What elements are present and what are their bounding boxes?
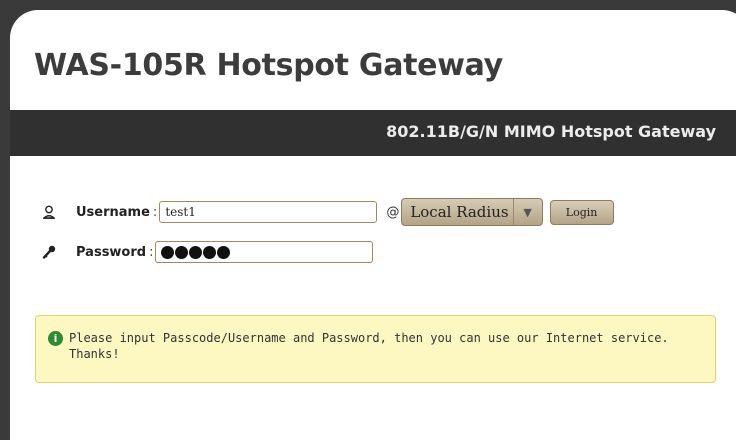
password-row: Password : — [40, 238, 374, 266]
password-label: Password — [76, 244, 147, 260]
chevron-down-icon[interactable]: ▼ — [512, 199, 542, 225]
password-mask-dot — [189, 245, 203, 259]
password-input[interactable] — [155, 241, 374, 263]
banner-subtitle: 802.11B/G/N MIMO Hotspot Gateway — [386, 122, 716, 141]
login-panel: WAS-105R Hotspot Gateway 802.11B/G/N MIM… — [10, 10, 736, 440]
username-row: Username : test1 @ Local Radius ▼ Login — [40, 198, 614, 226]
user-icon — [40, 203, 58, 221]
notice-box: i Please input Passcode/Username and Pas… — [35, 315, 716, 383]
realm-select[interactable]: Local Radius ▼ — [401, 198, 543, 226]
password-mask — [161, 244, 367, 260]
password-mask-dot — [203, 245, 217, 259]
notice-message: Please input Passcode/Username and Passw… — [69, 331, 669, 361]
key-icon — [40, 243, 58, 261]
login-button[interactable]: Login — [549, 199, 614, 225]
password-mask-dot — [161, 245, 175, 259]
realm-select-value: Local Radius — [410, 203, 509, 221]
username-label: Username — [76, 204, 150, 220]
header-banner: 802.11B/G/N MIMO Hotspot Gateway — [10, 110, 736, 156]
username-colon: : — [152, 204, 158, 220]
at-symbol: @ — [386, 204, 400, 220]
password-mask-dot — [175, 245, 189, 259]
info-icon: i — [48, 331, 63, 346]
password-colon: : — [149, 244, 154, 260]
username-input[interactable]: test1 — [159, 201, 378, 223]
page-title: WAS-105R Hotspot Gateway — [34, 48, 503, 83]
password-mask-dot — [217, 245, 231, 259]
